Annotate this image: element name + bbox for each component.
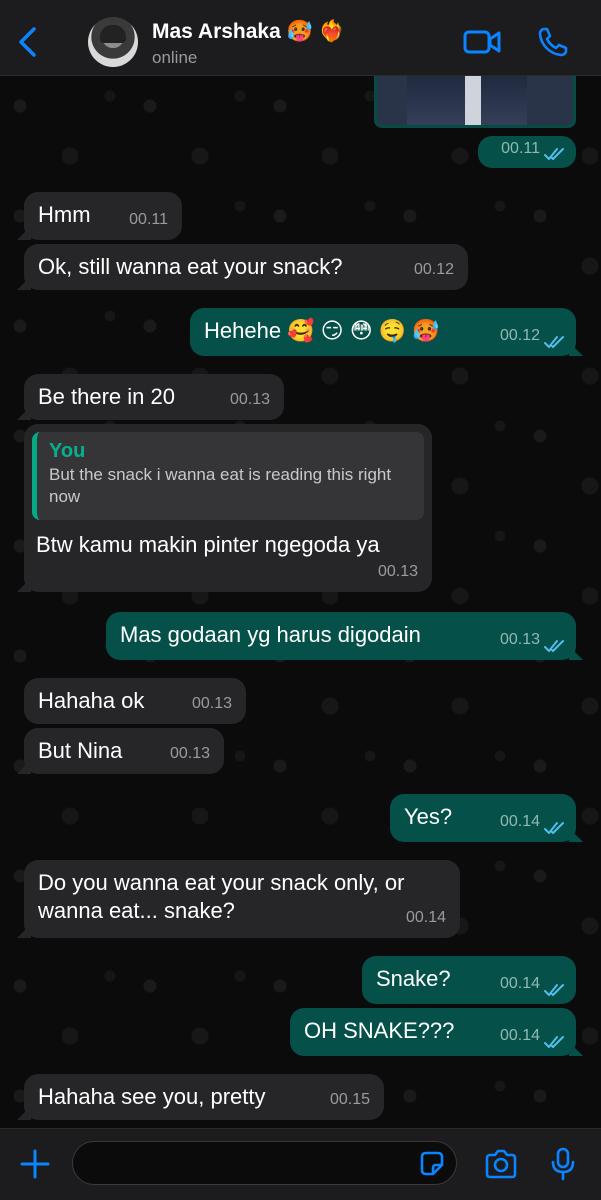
contact-name[interactable]: Mas Arshaka 🥵 ❤️‍🔥 bbox=[152, 20, 345, 44]
read-ticks-icon bbox=[544, 822, 564, 834]
message-text: Hahaha see you, pretty bbox=[38, 1084, 266, 1109]
message-bubble-incoming[interactable]: Ok, still wanna eat your snack? 00.12 bbox=[24, 244, 468, 290]
shared-photo-thumbnail[interactable] bbox=[374, 76, 576, 128]
message-bubble-outgoing[interactable]: Hehehe 🥰 😏 😳 🤤 🥵 00.12 bbox=[190, 308, 576, 356]
message-time: 00.14 bbox=[405, 909, 446, 926]
quoted-message[interactable]: You But the snack i wanna eat is reading… bbox=[32, 432, 424, 520]
message-time: 00.12 bbox=[413, 261, 454, 278]
quoted-author: You bbox=[49, 440, 86, 462]
message-time: 00.11 bbox=[501, 140, 540, 157]
message-bubble-incoming[interactable]: But Nina 00.13 bbox=[24, 728, 224, 774]
message-time: 00.14 bbox=[499, 1027, 540, 1044]
message-text: Do you wanna eat your snack only, or wan… bbox=[38, 870, 405, 923]
contact-avatar[interactable] bbox=[88, 17, 138, 67]
message-bubble-outgoing[interactable]: 00.11 bbox=[478, 136, 576, 168]
message-bubble-outgoing[interactable]: Snake? 00.14 bbox=[362, 956, 576, 1004]
composer-bar bbox=[0, 1128, 601, 1200]
sticker-icon[interactable] bbox=[418, 1150, 446, 1178]
chat-header: Mas Arshaka 🥵 ❤️‍🔥 online bbox=[0, 0, 601, 76]
message-time: 00.15 bbox=[329, 1091, 370, 1108]
message-time: 00.11 bbox=[129, 211, 168, 228]
read-ticks-icon bbox=[544, 984, 564, 996]
read-ticks-icon bbox=[544, 148, 564, 160]
message-time: 00.13 bbox=[169, 745, 210, 762]
message-bubble-outgoing[interactable]: OH SNAKE??? 00.14 bbox=[290, 1008, 576, 1056]
message-time: 00.13 bbox=[377, 563, 418, 580]
message-bubble-incoming[interactable]: Hahaha ok 00.13 bbox=[24, 678, 246, 724]
quoted-text: But the snack i wanna eat is reading thi… bbox=[49, 465, 392, 506]
plus-icon[interactable] bbox=[20, 1149, 50, 1179]
message-time: 00.14 bbox=[499, 975, 540, 992]
read-ticks-icon bbox=[544, 640, 564, 652]
message-time: 00.13 bbox=[229, 391, 270, 408]
message-bubble-incoming[interactable]: Do you wanna eat your snack only, or wan… bbox=[24, 860, 460, 938]
message-time: 00.13 bbox=[499, 631, 540, 648]
message-bubble-outgoing[interactable]: Yes? 00.14 bbox=[390, 794, 576, 842]
message-bubble-outgoing[interactable]: Mas godaan yg harus digodain 00.13 bbox=[106, 612, 576, 660]
message-text: Btw kamu makin pinter ngegoda ya bbox=[36, 532, 380, 557]
message-text: Ok, still wanna eat your snack? bbox=[38, 254, 343, 279]
message-time: 00.14 bbox=[499, 813, 540, 830]
message-text: Mas godaan yg harus digodain bbox=[120, 622, 421, 647]
video-call-icon[interactable] bbox=[463, 26, 501, 58]
phone-call-icon[interactable] bbox=[537, 26, 569, 58]
message-bubble-incoming[interactable]: Be there in 20 00.13 bbox=[24, 374, 284, 420]
contact-status: online bbox=[152, 48, 198, 67]
message-time: 00.12 bbox=[499, 327, 540, 344]
message-input[interactable] bbox=[72, 1141, 457, 1185]
camera-icon[interactable] bbox=[484, 1149, 518, 1179]
message-bubble-incoming-reply[interactable]: You But the snack i wanna eat is reading… bbox=[24, 424, 432, 592]
message-time: 00.13 bbox=[191, 695, 232, 712]
message-bubble-incoming[interactable]: Hahaha see you, pretty 00.15 bbox=[24, 1074, 384, 1120]
chat-area[interactable]: 00.11 Hmm 00.11 Ok, still wanna eat your… bbox=[0, 76, 601, 1128]
read-ticks-icon bbox=[544, 336, 564, 348]
microphone-icon[interactable] bbox=[550, 1147, 576, 1181]
message-bubble-incoming[interactable]: Hmm 00.11 bbox=[24, 192, 182, 240]
read-ticks-icon bbox=[544, 1036, 564, 1048]
back-chevron-icon[interactable] bbox=[14, 26, 42, 58]
